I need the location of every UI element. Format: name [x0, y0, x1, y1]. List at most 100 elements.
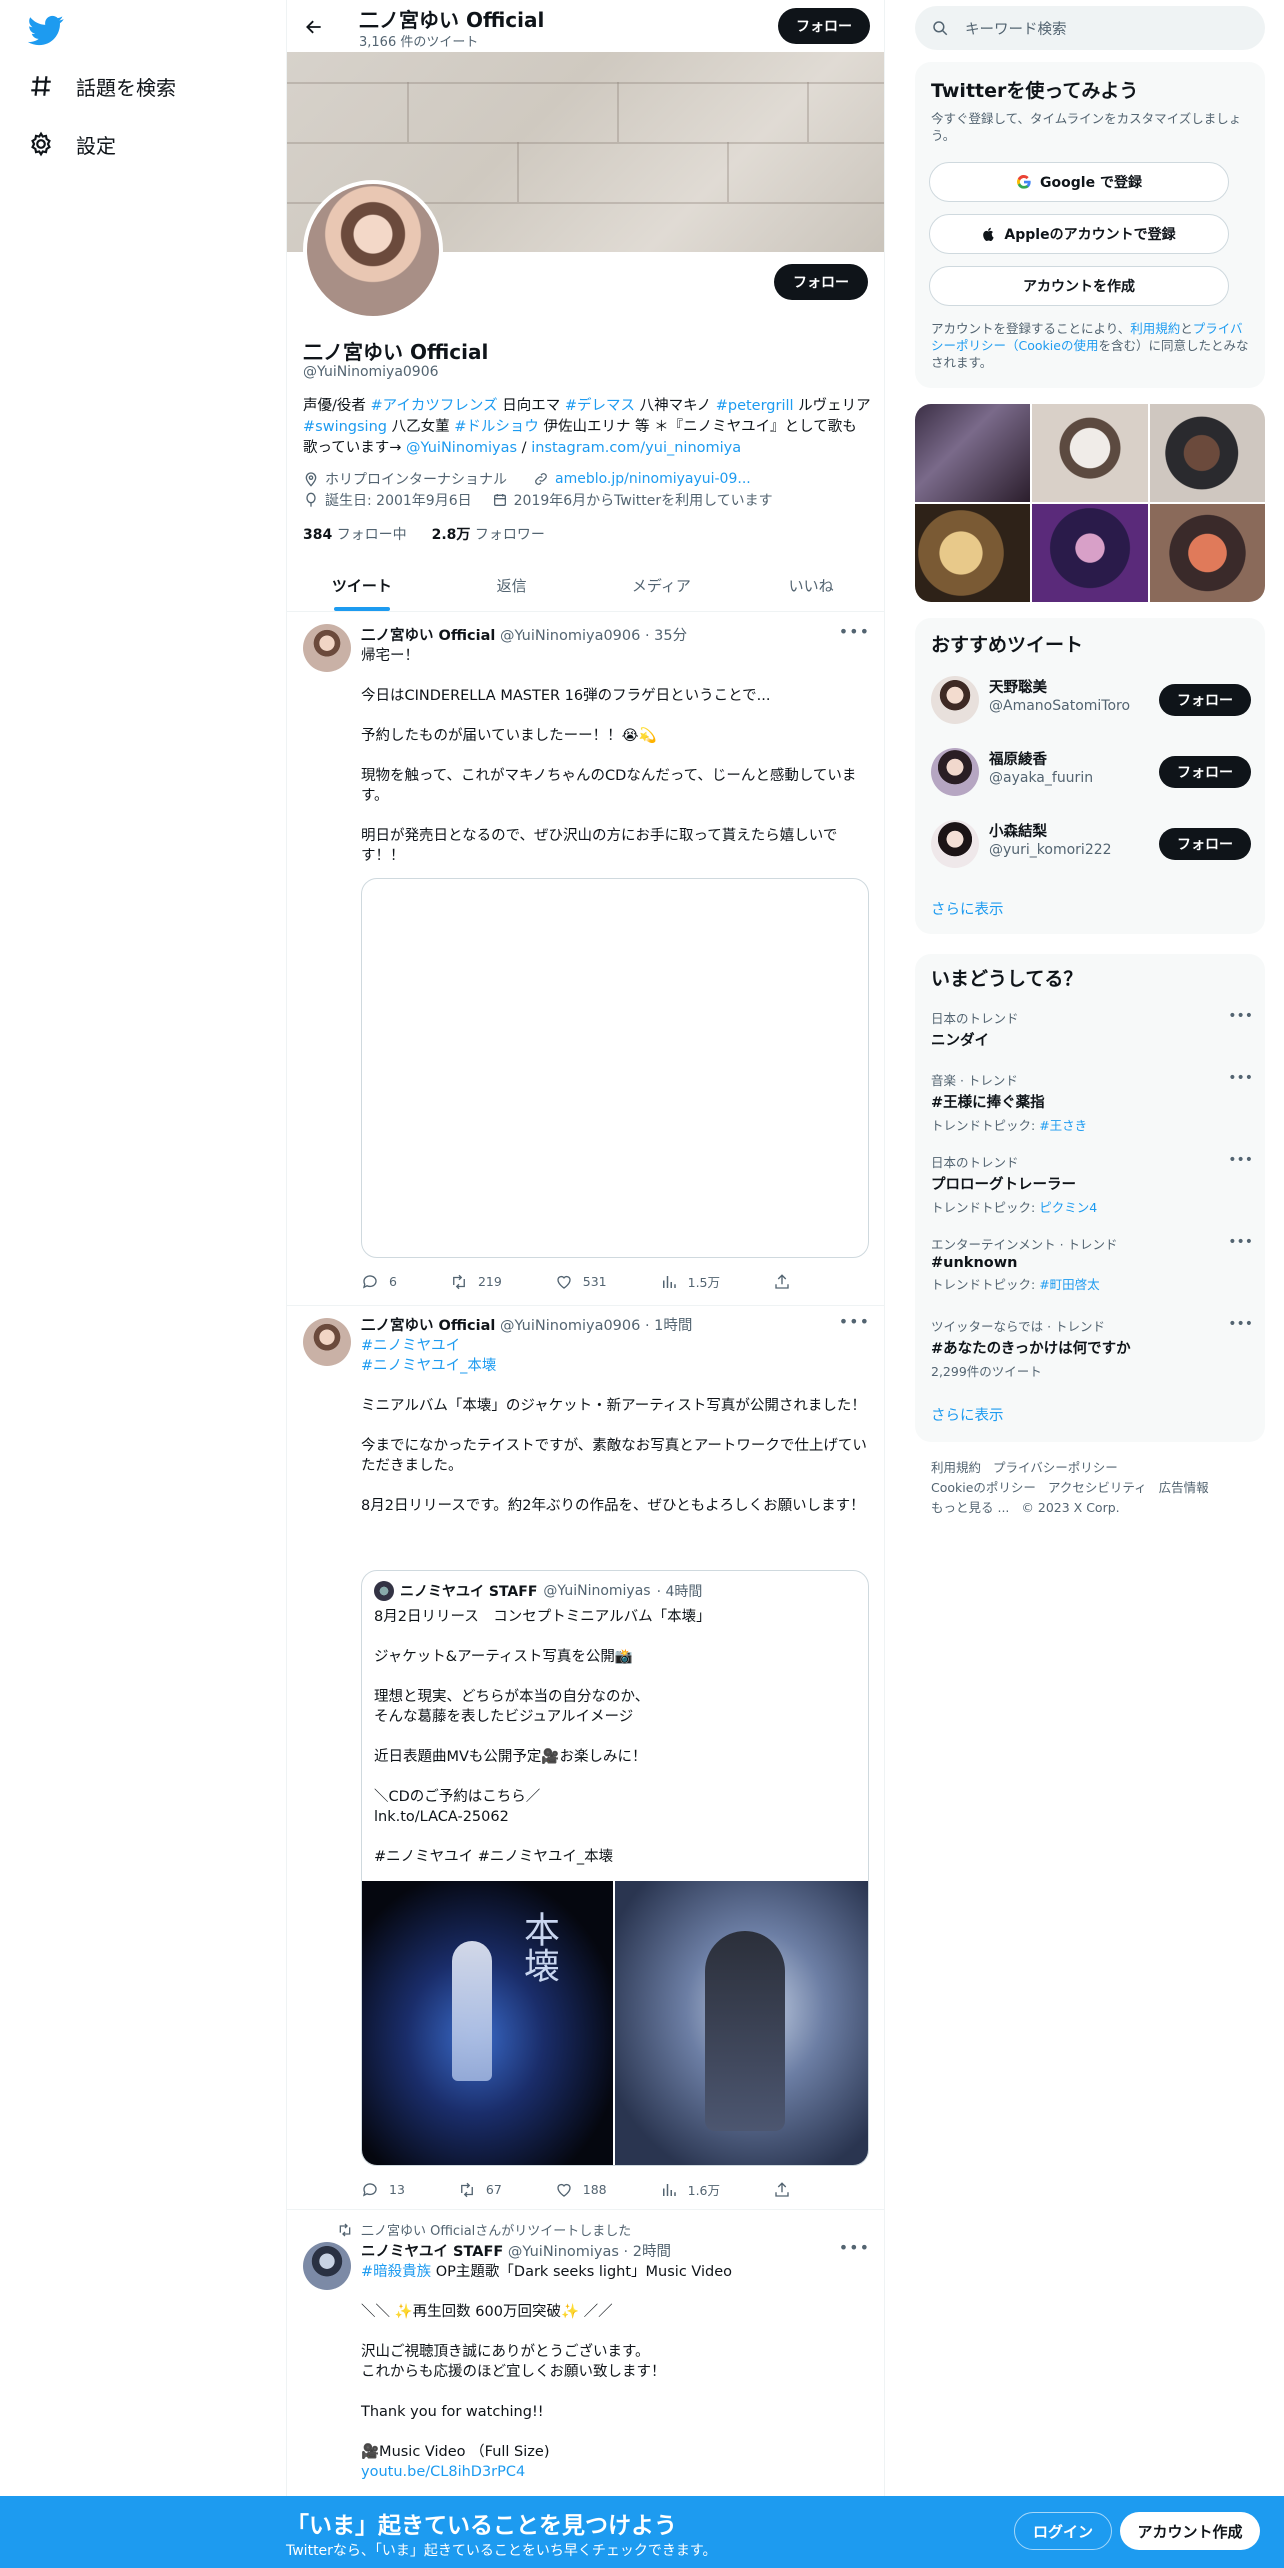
bio-hashtag[interactable]: #swingsing [303, 419, 387, 435]
avatar[interactable] [931, 676, 979, 724]
bio-hashtag[interactable]: #アイカツフレンズ [371, 398, 498, 414]
nav-explore[interactable]: 話題を検索 [28, 66, 176, 106]
like-button[interactable]: 531 [555, 1272, 607, 1291]
share-button[interactable] [773, 1272, 791, 1291]
following-link[interactable]: 384 フォロー中 [303, 527, 407, 543]
hashtag-link[interactable]: #ニノミヤユイ_本壊 [361, 1358, 496, 1374]
search-box[interactable]: キーワード検索 [915, 6, 1265, 50]
footer-ads-link[interactable]: 広告情報 [1159, 1480, 1209, 1495]
youtube-link[interactable]: youtu.be/CL8ihD3rPC4 [361, 2462, 869, 2482]
more-options-icon[interactable]: ••• [1228, 1316, 1253, 1332]
retweet-button[interactable]: 67 [458, 2180, 502, 2199]
more-options-icon[interactable]: ••• [1228, 1070, 1253, 1086]
suggested-user[interactable]: 天野聡美 @AmanoSatomiToro フォロー [931, 672, 1251, 728]
footer-cookie-link[interactable]: Cookieのポリシー [931, 1480, 1036, 1495]
media-thumbnail[interactable] [915, 504, 1031, 602]
avatar[interactable] [931, 820, 979, 868]
profile-website-link[interactable]: ameblo.jp/ninomiyayui-09... [555, 471, 751, 487]
bio-instagram-link[interactable]: instagram.com/yui_ninomiya [531, 440, 741, 456]
suggested-user[interactable]: 小森結梨 @yuri_komori222 フォロー [931, 816, 1251, 872]
suggested-user[interactable]: 福原綾香 @ayaka_fuurin フォロー [931, 744, 1251, 800]
retweet-button[interactable]: 219 [450, 1272, 502, 1291]
hashtag-link[interactable]: #ニノミヤユイ [361, 1338, 460, 1354]
show-more-link[interactable]: さらに表示 [931, 898, 1004, 919]
cookie-link[interactable]: （Cookieの使用 [1006, 338, 1098, 353]
quoted-tweet[interactable]: ニノミヤユイ STAFF @YuiNinomiyas · 4時間 8月2日リリース … [361, 1570, 869, 2166]
create-account-button[interactable]: アカウントを作成 [929, 266, 1229, 306]
tab-media[interactable]: メディア [587, 560, 737, 611]
more-options-icon[interactable]: ••• [1228, 1008, 1253, 1024]
more-options-icon[interactable]: ••• [839, 2238, 870, 2257]
bio-hashtag[interactable]: #ドルショウ [454, 419, 539, 435]
tweet-media[interactable] [361, 878, 869, 1258]
footer-terms-link[interactable]: 利用規約 [931, 1460, 981, 1475]
trend-item[interactable]: ツイッターならでは · トレンド #あなたのきっかけは何ですか 2,299件のツ… [931, 1316, 1253, 1380]
tweet[interactable]: 二ノ宮ゆい Official @YuiNinomiya0906 · 35分 ••… [287, 612, 884, 1306]
heart-icon [557, 1275, 571, 1289]
trend-item[interactable]: 音楽 · トレンド #王様に捧ぐ薬指 トレンドトピック: #王さき ••• [931, 1070, 1253, 1134]
views-button[interactable]: 1.5万 [660, 1272, 720, 1291]
tweet[interactable]: 二ノ宮ゆい Official @YuiNinomiya0906 · 1時間 ••… [287, 1306, 884, 2210]
hashtag-link[interactable]: #暗殺貴族 [361, 2264, 431, 2280]
avatar[interactable] [931, 748, 979, 796]
more-options-icon[interactable]: ••• [839, 1312, 870, 1331]
location-pin-icon [305, 472, 317, 487]
google-signup-button[interactable]: Google で登録 [929, 162, 1229, 202]
artist-photo-image[interactable] [615, 1881, 868, 2165]
signup-button[interactable]: アカウント作成 [1120, 2512, 1260, 2550]
footer-accessibility-link[interactable]: アクセシビリティ [1048, 1480, 1147, 1495]
followers-link[interactable]: 2.8万 フォロワー [432, 527, 545, 543]
twitter-logo-icon[interactable] [28, 12, 64, 48]
tab-replies[interactable]: 返信 [437, 560, 587, 611]
search-input[interactable]: キーワード検索 [965, 18, 1067, 39]
tab-likes[interactable]: いいね [736, 560, 884, 611]
share-button[interactable] [773, 2180, 791, 2199]
trend-item[interactable]: エンターテインメント · トレンド #unknown トレンドトピック: #町田… [931, 1234, 1253, 1293]
follow-button[interactable]: フォロー [1159, 756, 1251, 788]
reply-button[interactable]: 6 [361, 1272, 397, 1291]
footer-privacy-link[interactable]: プライバシーポリシー [993, 1460, 1118, 1475]
apple-signup-button[interactable]: Appleのアカウントで登録 [929, 214, 1229, 254]
album-jacket-image[interactable]: 本壊 [362, 1881, 613, 2165]
avatar[interactable] [303, 624, 351, 672]
more-options-icon[interactable]: ••• [839, 622, 870, 641]
trend-item[interactable]: 日本のトレンド ニンダイ ••• [931, 1008, 1253, 1050]
profile-handle: @YuiNinomiya0906 [303, 364, 439, 380]
profile-avatar[interactable] [303, 180, 443, 320]
footer-more-link[interactable]: もっと見る ... [931, 1500, 1009, 1515]
views-button[interactable]: 1.6万 [660, 2180, 720, 2199]
terms-link[interactable]: 利用規約 [1130, 321, 1180, 336]
header-follow-button[interactable]: フォロー [778, 8, 870, 44]
login-button[interactable]: ログイン [1014, 2512, 1112, 2550]
trend-item[interactable]: 日本のトレンド プロローグトレーラー トレンドトピック: ピクミン4 ••• [931, 1152, 1253, 1216]
quoted-tweet-header: ニノミヤユイ STAFF @YuiNinomiyas · 4時間 [374, 1581, 702, 1601]
media-thumbnail[interactable] [1032, 504, 1148, 602]
show-more-link[interactable]: さらに表示 [931, 1404, 1004, 1425]
bio-mention-link[interactable]: @YuiNinomiyas [406, 440, 517, 456]
back-button[interactable] [297, 10, 331, 44]
bio-hashtag[interactable]: #デレマス [565, 398, 635, 414]
nav-settings[interactable]: 設定 [28, 124, 116, 164]
tweet-actions: 6 219 531 1.5万 [361, 1272, 791, 1291]
profile-follow-button[interactable]: フォロー [774, 264, 868, 300]
bar-chart-icon [662, 1275, 676, 1288]
like-button[interactable]: 188 [555, 2180, 607, 2199]
tweet[interactable]: 二ノ宮ゆい Officialさんがリツイートしました ニノミヤユイ STAFF … [287, 2210, 884, 2500]
follow-button[interactable]: フォロー [1159, 828, 1251, 860]
reply-button[interactable]: 13 [361, 2180, 405, 2199]
more-options-icon[interactable]: ••• [1228, 1152, 1253, 1168]
media-thumbnail[interactable] [1149, 404, 1265, 502]
bio-hashtag[interactable]: #petergrill [716, 398, 794, 414]
left-navigation: 話題を検索 設定 [0, 0, 286, 2568]
tab-tweets[interactable]: ツイート [287, 560, 437, 611]
tweet-text: ＼＼ ✨再生回数 600万回突破✨ ／／ 沢山ご視聴頂き誠にありがとうございます… [361, 2304, 666, 2460]
media-thumbnail[interactable] [915, 404, 1031, 502]
more-options-icon[interactable]: ••• [1228, 1234, 1253, 1250]
profile-location: ホリプロインターナショナル ameblo.jp/ninomiyayui-09..… [303, 469, 751, 489]
avatar[interactable] [303, 2242, 351, 2290]
media-thumbnail[interactable] [1032, 404, 1148, 502]
media-thumbnail[interactable] [1149, 504, 1265, 602]
follow-button[interactable]: フォロー [1159, 684, 1251, 716]
hashtag-icon [31, 76, 51, 96]
avatar[interactable] [303, 1318, 351, 1366]
